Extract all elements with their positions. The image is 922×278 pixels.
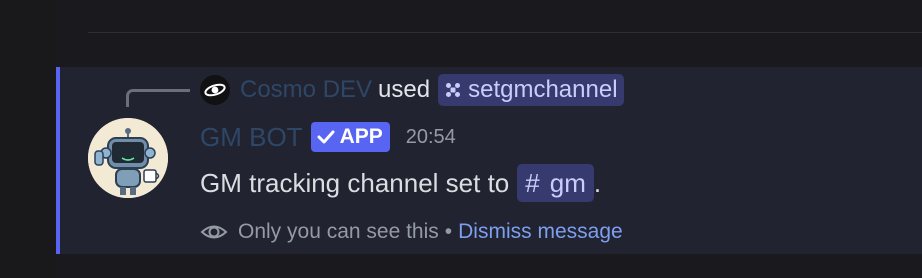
dismiss-message-link[interactable]: Dismiss message xyxy=(458,220,623,244)
reply-context: Cosmo DEV used setgmchannel xyxy=(200,74,624,106)
left-gutter xyxy=(0,0,56,278)
message-timestamp[interactable]: 20:54 xyxy=(406,126,456,149)
cosmo-logo-icon[interactable] xyxy=(200,75,230,105)
ephemeral-notice: Only you can see this • Dismiss message xyxy=(200,216,623,248)
app-badge-label: APP xyxy=(339,125,383,148)
content-suffix: . xyxy=(593,167,602,198)
message-content: GM tracking channel set to # gm . xyxy=(200,163,601,203)
reply-spine xyxy=(126,89,190,107)
channel-name: gm xyxy=(549,167,586,198)
robot-avatar-icon xyxy=(88,118,168,198)
ephemeral-text: Only you can see this xyxy=(238,220,439,243)
checkmark-icon xyxy=(317,129,335,145)
reply-username[interactable]: Cosmo DEV xyxy=(240,76,372,104)
separator-dot: • xyxy=(444,220,453,243)
message-header: GM BOT APP 20:54 xyxy=(200,120,456,154)
command-mention[interactable]: setgmchannel xyxy=(438,74,624,106)
discord-chat-view: Cosmo DEV used setgmchannel GM BOT APP 2… xyxy=(0,0,922,278)
bot-avatar[interactable] xyxy=(88,118,168,198)
content-text: GM tracking channel set to xyxy=(200,167,510,198)
message-divider xyxy=(88,32,922,33)
reply-used-text: used xyxy=(378,76,431,103)
command-name: setgmchannel xyxy=(468,76,618,103)
bot-username[interactable]: GM BOT xyxy=(200,122,303,153)
eye-icon xyxy=(200,221,228,243)
channel-hash-icon: # xyxy=(525,167,540,198)
slash-command-icon xyxy=(444,81,462,99)
message-highlight-bar xyxy=(56,67,60,254)
channel-mention[interactable]: # gm xyxy=(517,164,594,202)
app-badge: APP xyxy=(310,122,390,152)
